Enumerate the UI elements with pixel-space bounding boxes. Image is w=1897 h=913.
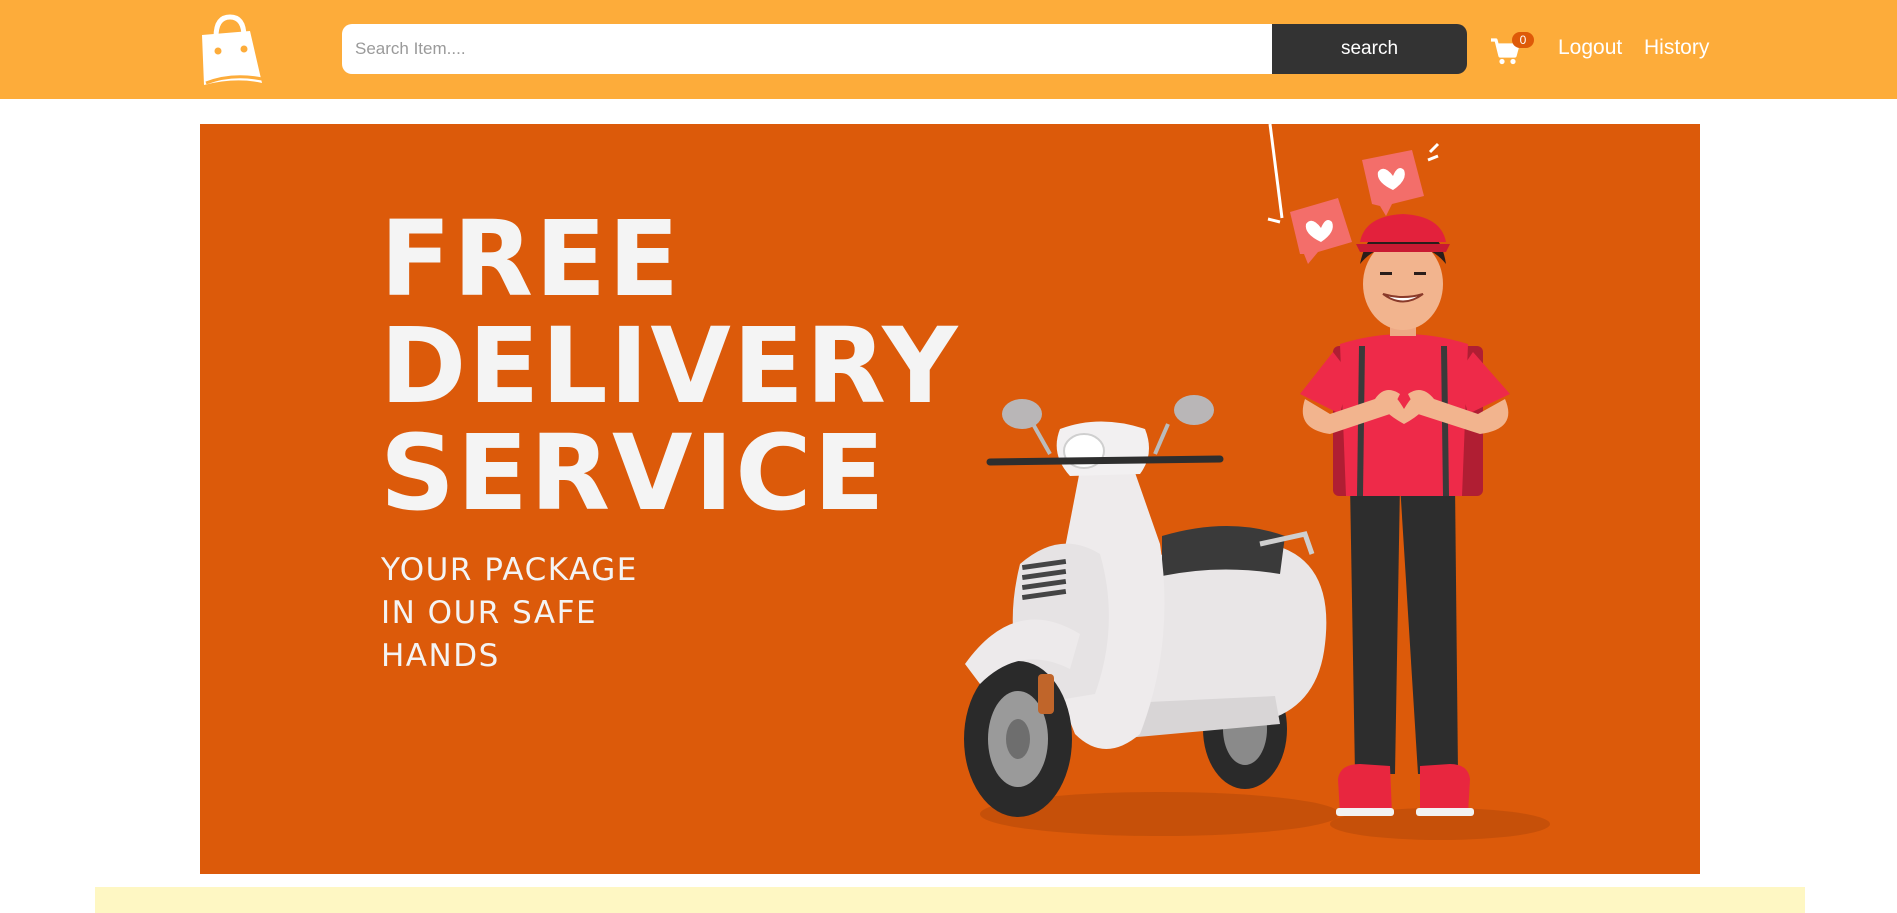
heart-bubble-icon bbox=[1362, 142, 1440, 216]
history-link[interactable]: History bbox=[1644, 36, 1709, 60]
shopping-bag-logo-icon[interactable] bbox=[196, 13, 264, 87]
content-strip bbox=[95, 887, 1805, 913]
scooter-icon bbox=[964, 395, 1327, 817]
logout-link[interactable]: Logout bbox=[1558, 36, 1622, 60]
navbar: search 0 Logout History bbox=[0, 0, 1897, 99]
free-delivery-banner: FREE DELIVERY SERVICE YOUR PACKAGE IN OU… bbox=[200, 124, 1700, 874]
delivery-man-illustration bbox=[1300, 214, 1510, 816]
search-input[interactable] bbox=[342, 24, 1272, 74]
search-button[interactable]: search bbox=[1272, 24, 1467, 74]
cart-button[interactable]: 0 bbox=[1490, 32, 1534, 66]
search-bar: search bbox=[342, 24, 1467, 74]
heart-bubble-icon bbox=[1267, 124, 1352, 264]
cart-count-badge: 0 bbox=[1512, 32, 1534, 48]
delivery-illustration bbox=[964, 124, 1550, 840]
